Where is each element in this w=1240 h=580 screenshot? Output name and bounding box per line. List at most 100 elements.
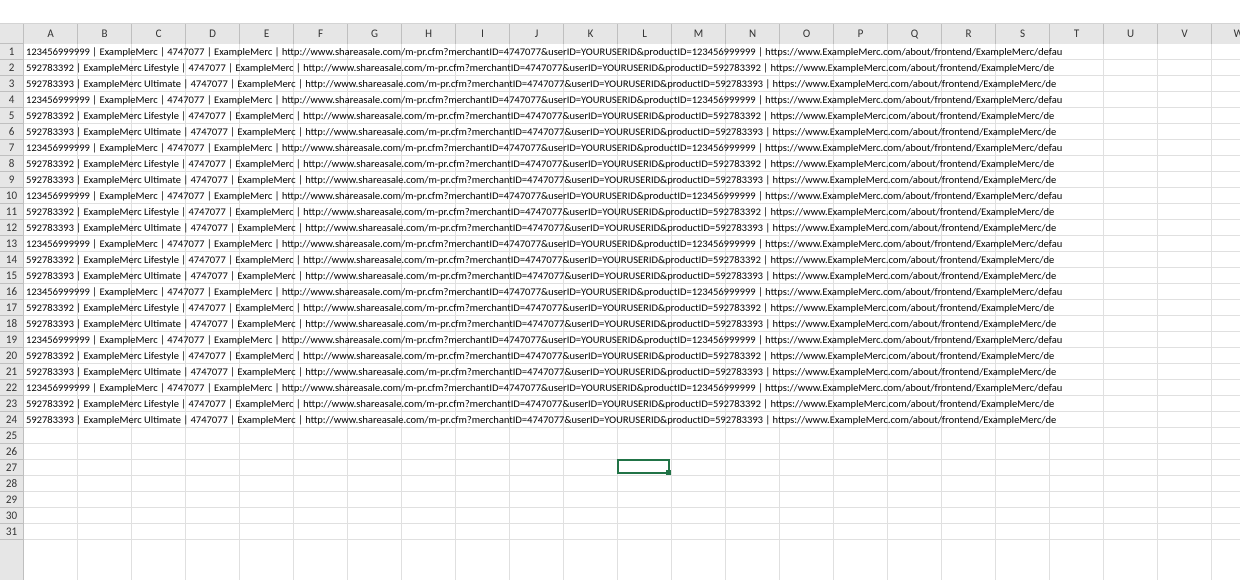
cell[interactable] [1104,428,1158,444]
table-row[interactable]: 592783393 | ExampleMerc Ultimate | 47470… [24,364,1240,380]
column-header-h[interactable]: H [402,24,456,44]
cell[interactable] [1158,524,1212,540]
table-row[interactable] [24,476,1240,492]
cell[interactable] [186,524,240,540]
column-header-q[interactable]: Q [888,24,942,44]
cell[interactable] [348,444,402,460]
cell[interactable] [402,492,456,508]
cell[interactable] [942,508,996,524]
cell[interactable] [1212,444,1240,460]
table-row[interactable] [24,428,1240,444]
table-row[interactable] [24,492,1240,508]
cell[interactable] [618,460,672,476]
table-row[interactable] [24,524,1240,540]
row-header-24[interactable]: 24 [0,412,23,428]
cell[interactable] [456,444,510,460]
table-row[interactable] [24,460,1240,476]
cell[interactable] [672,508,726,524]
column-header-f[interactable]: F [294,24,348,44]
cell[interactable] [996,492,1050,508]
cell[interactable] [996,460,1050,476]
cell[interactable] [996,524,1050,540]
table-row[interactable]: 592783393 | ExampleMerc Ultimate | 47470… [24,76,1240,92]
cell[interactable] [834,428,888,444]
cell[interactable] [888,476,942,492]
cell[interactable] [996,508,1050,524]
cell[interactable] [402,508,456,524]
cell[interactable] [780,524,834,540]
cell[interactable] [780,460,834,476]
cell[interactable] [132,460,186,476]
row-header-31[interactable]: 31 [0,524,23,540]
cell[interactable] [402,476,456,492]
cell[interactable] [942,460,996,476]
column-header-k[interactable]: K [564,24,618,44]
column-header-i[interactable]: I [456,24,510,44]
cell[interactable] [726,524,780,540]
table-row[interactable]: 123456999999 | ExampleMerc | 4747077 | E… [24,92,1240,108]
cell[interactable] [78,476,132,492]
cell[interactable] [1212,492,1240,508]
cell[interactable] [1212,508,1240,524]
cell[interactable] [888,460,942,476]
cell[interactable] [996,444,1050,460]
cell[interactable] [294,524,348,540]
cell[interactable] [24,492,78,508]
cell[interactable] [1158,428,1212,444]
table-row[interactable]: 123456999999 | ExampleMerc | 4747077 | E… [24,188,1240,204]
cell[interactable] [402,428,456,444]
table-row[interactable]: 592783393 | ExampleMerc Ultimate | 47470… [24,412,1240,428]
cell[interactable] [186,460,240,476]
cell[interactable] [294,492,348,508]
table-row[interactable]: 592783392 | ExampleMerc Lifestyle | 4747… [24,300,1240,316]
row-header-7[interactable]: 7 [0,140,23,156]
cell[interactable] [672,460,726,476]
row-header-2[interactable]: 2 [0,60,23,76]
cell[interactable] [942,444,996,460]
row-header-4[interactable]: 4 [0,92,23,108]
cell[interactable] [510,524,564,540]
table-row[interactable]: 592783392 | ExampleMerc Lifestyle | 4747… [24,60,1240,76]
row-header-10[interactable]: 10 [0,188,23,204]
cell[interactable] [24,460,78,476]
row-header-14[interactable]: 14 [0,252,23,268]
cell[interactable] [564,428,618,444]
row-header-30[interactable]: 30 [0,508,23,524]
cell[interactable] [78,444,132,460]
row-header-18[interactable]: 18 [0,316,23,332]
cell[interactable] [1050,476,1104,492]
row-header-8[interactable]: 8 [0,156,23,172]
cell[interactable] [186,444,240,460]
table-row[interactable]: 123456999999 | ExampleMerc | 4747077 | E… [24,140,1240,156]
cell[interactable] [726,476,780,492]
row-header-26[interactable]: 26 [0,444,23,460]
cell[interactable] [240,492,294,508]
column-header-j[interactable]: J [510,24,564,44]
column-header-l[interactable]: L [618,24,672,44]
cell[interactable] [1158,508,1212,524]
cell[interactable] [456,492,510,508]
cell[interactable] [456,460,510,476]
cell[interactable] [78,428,132,444]
column-header-v[interactable]: V [1158,24,1212,44]
table-row[interactable]: 123456999999 | ExampleMerc | 4747077 | E… [24,236,1240,252]
cell[interactable] [888,428,942,444]
row-header-3[interactable]: 3 [0,76,23,92]
row-header-29[interactable]: 29 [0,492,23,508]
cell[interactable] [510,508,564,524]
cell[interactable] [1050,492,1104,508]
cell[interactable] [942,492,996,508]
cell[interactable] [1212,428,1240,444]
cell[interactable] [240,508,294,524]
row-header-20[interactable]: 20 [0,348,23,364]
table-row[interactable]: 123456999999 | ExampleMerc | 4747077 | E… [24,332,1240,348]
cell[interactable] [510,492,564,508]
cell[interactable] [618,444,672,460]
column-header-s[interactable]: S [996,24,1050,44]
row-header-5[interactable]: 5 [0,108,23,124]
row-header-22[interactable]: 22 [0,380,23,396]
cell[interactable] [186,476,240,492]
row-header-19[interactable]: 19 [0,332,23,348]
cell[interactable] [348,428,402,444]
cell[interactable] [942,476,996,492]
